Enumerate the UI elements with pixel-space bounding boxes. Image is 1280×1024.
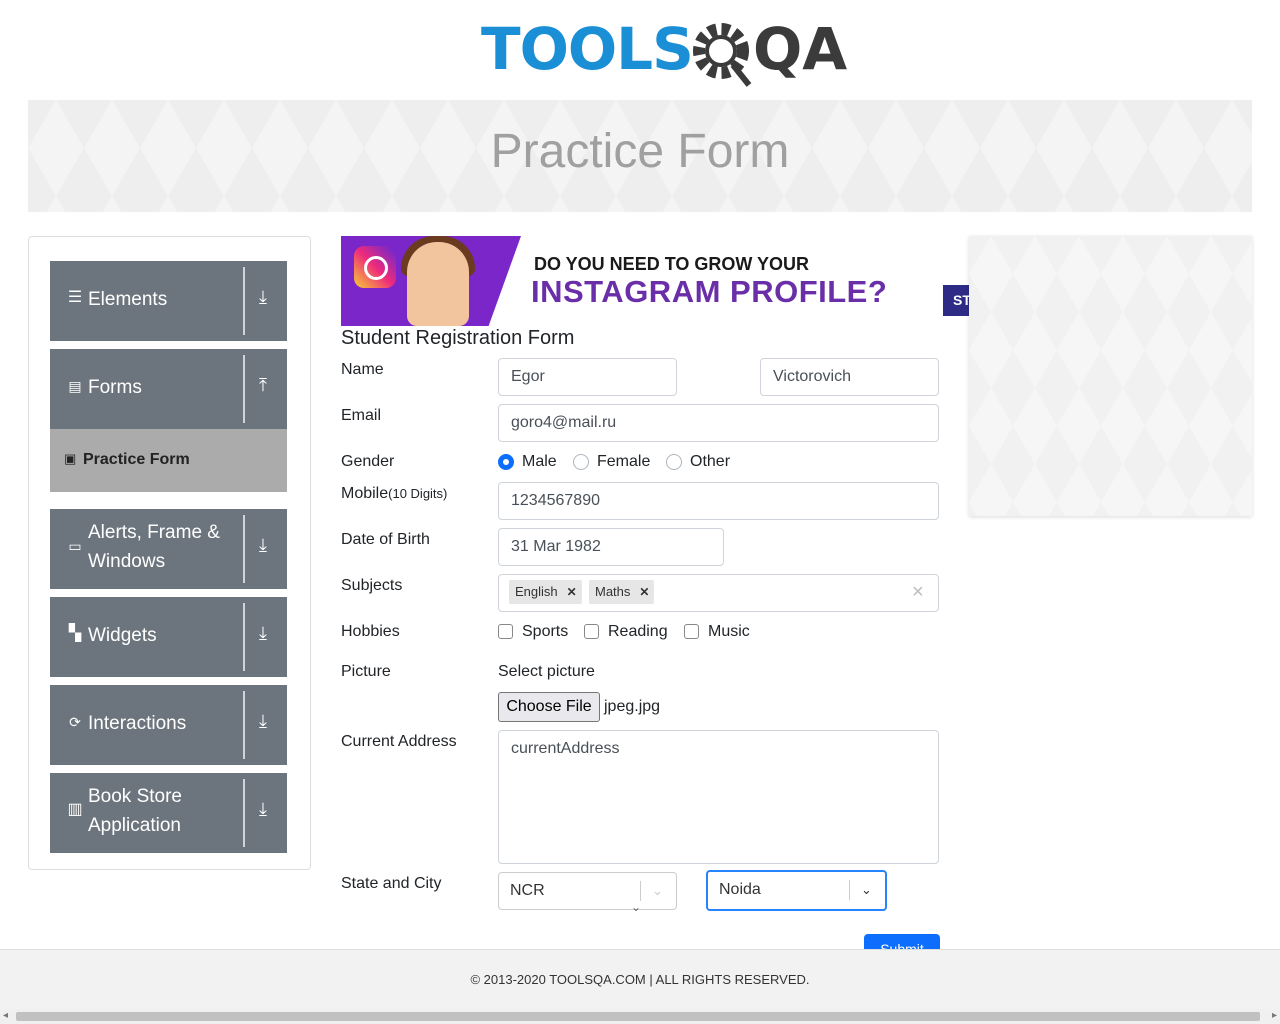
gear-search-icon <box>693 23 752 87</box>
chevron-down-icon[interactable]: ⌄ <box>861 878 872 902</box>
instagram-ad-banner[interactable]: DO YOU NEED TO GROW YOUR INSTAGRAM PROFI… <box>341 236 941 326</box>
hobby-music-checkbox[interactable] <box>684 624 699 639</box>
ad-person-image <box>407 242 469 326</box>
last-name-input[interactable]: Victorovich <box>760 358 939 396</box>
mobile-label: Mobile(10 Digits) <box>341 485 447 503</box>
sidebar-group-forms[interactable]: ▤ Forms ⤒ <box>50 349 287 429</box>
expand-icon[interactable]: ⤓ <box>259 711 267 732</box>
sidebar-group-widgets[interactable]: ▚ Widgets ⤓ <box>50 597 287 677</box>
expand-icon[interactable]: ⤓ <box>259 287 267 308</box>
expand-icon[interactable]: ⤓ <box>259 623 267 644</box>
sidebar-group-book-store[interactable]: ▥ Book Store Application ⤓ <box>50 773 287 853</box>
side-ad-placeholder <box>969 236 1252 516</box>
subjects-label: Subjects <box>341 577 403 594</box>
hobbies-label: Hobbies <box>341 623 400 640</box>
state-select[interactable]: NCR ⌄ <box>498 872 677 910</box>
sidebar-group-label: Forms <box>88 377 142 398</box>
document-icon: ▤ <box>68 378 82 394</box>
subject-tag-label: Maths <box>595 584 631 599</box>
chevron-down-icon: ⌄ <box>631 900 642 914</box>
sidebar: ☰ Elements ⤓ ▤ Forms ⤒ ▣ Practice Form ▭… <box>28 236 311 870</box>
sidebar-group-label: Alerts, Frame & Windows <box>88 522 220 572</box>
logo-text-tools: TOOLS <box>481 15 694 83</box>
sidebar-group-elements[interactable]: ☰ Elements ⤓ <box>50 261 287 341</box>
first-name-input[interactable]: Egor <box>498 358 677 396</box>
collapse-icon[interactable]: ⤒ <box>259 375 267 396</box>
ad-headline: DO YOU NEED TO GROW YOUR <box>534 254 810 274</box>
select-picture-label: Select picture <box>498 663 595 680</box>
copyright-text: © 2013-2020 TOOLSQA.COM | ALL RIGHTS RES… <box>470 972 810 987</box>
gender-male-radio[interactable] <box>498 454 514 470</box>
gender-label: Gender <box>341 453 395 470</box>
city-select[interactable]: Noida ⌄ <box>706 870 887 911</box>
state-city-label: State and City <box>341 875 442 892</box>
list-icon: ☰ <box>67 289 83 306</box>
scroll-right-icon[interactable]: ▸ <box>1272 1010 1277 1021</box>
logo-text-qa: QA <box>753 15 848 83</box>
date-of-birth-input[interactable]: 31 Mar 1982 <box>498 528 724 566</box>
hobby-sports-checkbox[interactable] <box>498 624 513 639</box>
city-value: Noida <box>719 881 761 898</box>
hobby-music-label[interactable]: Music <box>708 623 750 641</box>
sidebar-group-interactions[interactable]: ⟳ Interactions ⤓ <box>50 685 287 765</box>
remove-tag-icon[interactable]: ✕ <box>562 580 582 604</box>
gender-other-label[interactable]: Other <box>690 453 730 471</box>
gender-female-label[interactable]: Female <box>597 453 650 471</box>
mobile-hint: (10 Digits) <box>388 486 448 501</box>
footer: © 2013-2020 TOOLSQA.COM | ALL RIGHTS RES… <box>0 949 1280 1010</box>
current-address-label: Current Address <box>341 733 457 750</box>
instagram-icon <box>354 246 396 288</box>
mobile-label-text: Mobile <box>341 485 389 502</box>
sidebar-group-label: Elements <box>88 289 168 310</box>
remove-tag-icon[interactable]: ✕ <box>634 580 654 604</box>
subject-tag-maths: Maths ✕ <box>589 580 655 604</box>
ad-subheadline: INSTAGRAM PROFILE? <box>531 274 888 309</box>
clear-subjects-icon[interactable]: × <box>912 581 924 604</box>
sidebar-item-practice-form[interactable]: ▣ Practice Form <box>50 429 287 492</box>
form-title: Student Registration Form <box>341 327 575 349</box>
subject-tag-label: English <box>515 584 558 599</box>
expand-icon[interactable]: ⤓ <box>259 799 267 820</box>
toolsqa-logo[interactable]: TOOLS QA <box>481 14 847 92</box>
hobby-sports-label[interactable]: Sports <box>522 623 568 641</box>
sidebar-group-label: Interactions <box>88 713 187 734</box>
picture-label: Picture <box>341 663 391 680</box>
sidebar-group-alerts[interactable]: ▭ Alerts, Frame & Windows ⤓ <box>50 509 287 589</box>
sidebar-group-label: Book Store Application <box>88 786 182 836</box>
horizontal-scrollbar[interactable]: ◂ ▸ <box>0 1009 1280 1024</box>
mobile-field[interactable]: 1234567890 <box>498 482 939 520</box>
hobby-reading-checkbox[interactable] <box>584 624 599 639</box>
gender-male-label[interactable]: Male <box>522 453 557 471</box>
choose-file-button[interactable]: Choose File <box>498 692 600 722</box>
dob-label: Date of Birth <box>341 531 430 548</box>
current-address-textarea[interactable]: currentAddress <box>498 730 939 864</box>
state-value: NCR <box>510 882 545 899</box>
books-icon: ▥ <box>67 801 83 818</box>
name-label: Name <box>341 361 384 378</box>
gender-other-radio[interactable] <box>666 454 682 470</box>
email-label: Email <box>341 407 382 424</box>
page-title: Practice Form <box>490 125 790 178</box>
selected-file-name: jpeg.jpg <box>604 698 661 715</box>
chevron-down-icon[interactable]: ⌄ <box>652 879 663 903</box>
scroll-left-icon[interactable]: ◂ <box>3 1010 8 1021</box>
sidebar-group-label: Widgets <box>88 625 157 646</box>
gender-female-radio[interactable] <box>573 454 589 470</box>
widgets-icon: ▚ <box>68 625 82 642</box>
html-icon: ▣ <box>64 451 77 466</box>
window-icon: ▭ <box>68 538 82 554</box>
email-field[interactable]: goro4@mail.ru <box>498 404 939 442</box>
scrollbar-thumb[interactable] <box>16 1012 1260 1021</box>
subject-tag-english: English ✕ <box>509 580 582 604</box>
hobby-reading-label[interactable]: Reading <box>608 623 668 641</box>
page-banner: Practice Form <box>28 100 1252 212</box>
expand-icon[interactable]: ⤓ <box>259 535 267 556</box>
interactions-icon: ⟳ <box>69 714 81 730</box>
sidebar-item-label: Practice Form <box>83 451 190 468</box>
